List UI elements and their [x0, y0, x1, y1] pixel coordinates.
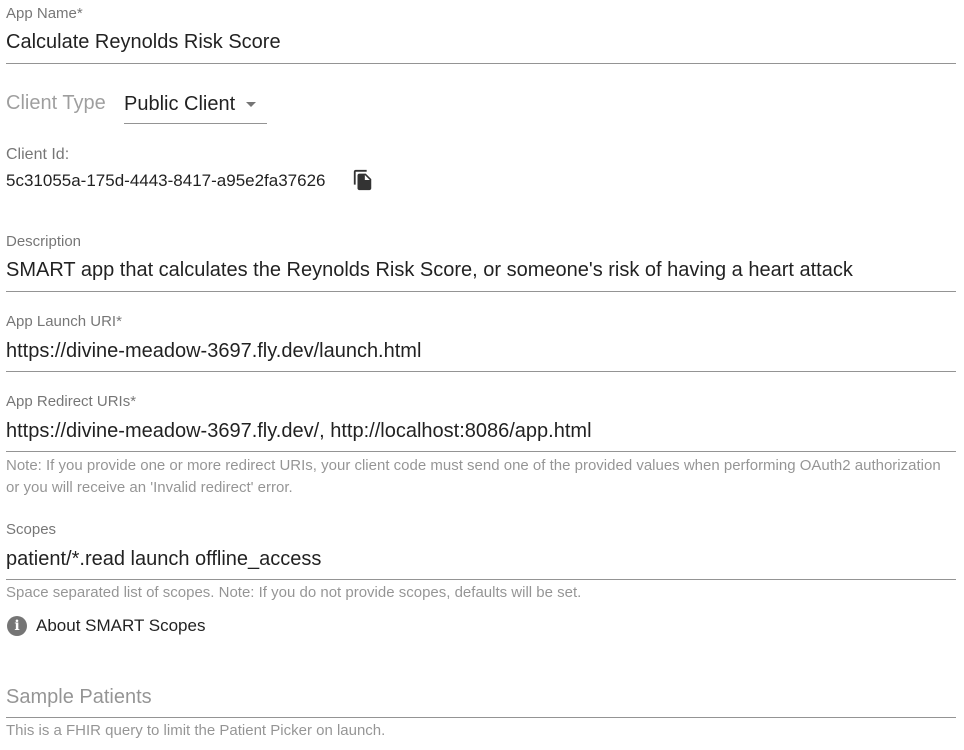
about-scopes-label: About SMART Scopes — [36, 616, 206, 635]
scopes-label: Scopes — [6, 521, 57, 538]
description-underline — [6, 291, 956, 292]
client-type-label: Client Type — [6, 92, 106, 114]
copy-icon[interactable] — [352, 169, 374, 191]
sample-patients-helper: This is a FHIR query to limit the Patien… — [6, 722, 386, 739]
about-scopes-link[interactable]: i About SMART Scopes — [7, 616, 205, 636]
chevron-down-icon — [246, 102, 257, 107]
client-type-underline — [124, 123, 267, 124]
launch-uri-underline — [6, 371, 956, 372]
scopes-underline — [6, 579, 956, 580]
scopes-helper: Space separated list of scopes. Note: If… — [6, 584, 582, 601]
description-label: Description — [6, 233, 82, 250]
description-input[interactable] — [6, 259, 946, 282]
info-icon: i — [7, 616, 27, 636]
scopes-input[interactable] — [6, 548, 946, 571]
client-id-label: Client Id: — [6, 146, 70, 163]
sample-patients-underline — [6, 717, 956, 718]
redirect-uris-input[interactable] — [6, 420, 946, 443]
redirect-uris-helper: Note: If you provide one or more redirec… — [6, 457, 941, 496]
client-id-value: 5c31055a-175d-4443-8417-a95e2fa37626 — [6, 171, 326, 190]
launch-uri-label: App Launch URI* — [6, 313, 122, 330]
sample-patients-input[interactable] — [6, 686, 946, 709]
client-type-select[interactable]: Public Client — [124, 92, 263, 116]
redirect-uris-label: App Redirect URIs* — [6, 393, 137, 410]
app-name-label: App Name* — [6, 5, 83, 22]
launch-uri-input[interactable] — [6, 340, 946, 363]
app-name-underline — [6, 63, 956, 64]
client-type-value: Public Client — [124, 92, 236, 115]
app-name-input[interactable] — [6, 31, 946, 54]
redirect-uris-underline — [6, 451, 956, 452]
